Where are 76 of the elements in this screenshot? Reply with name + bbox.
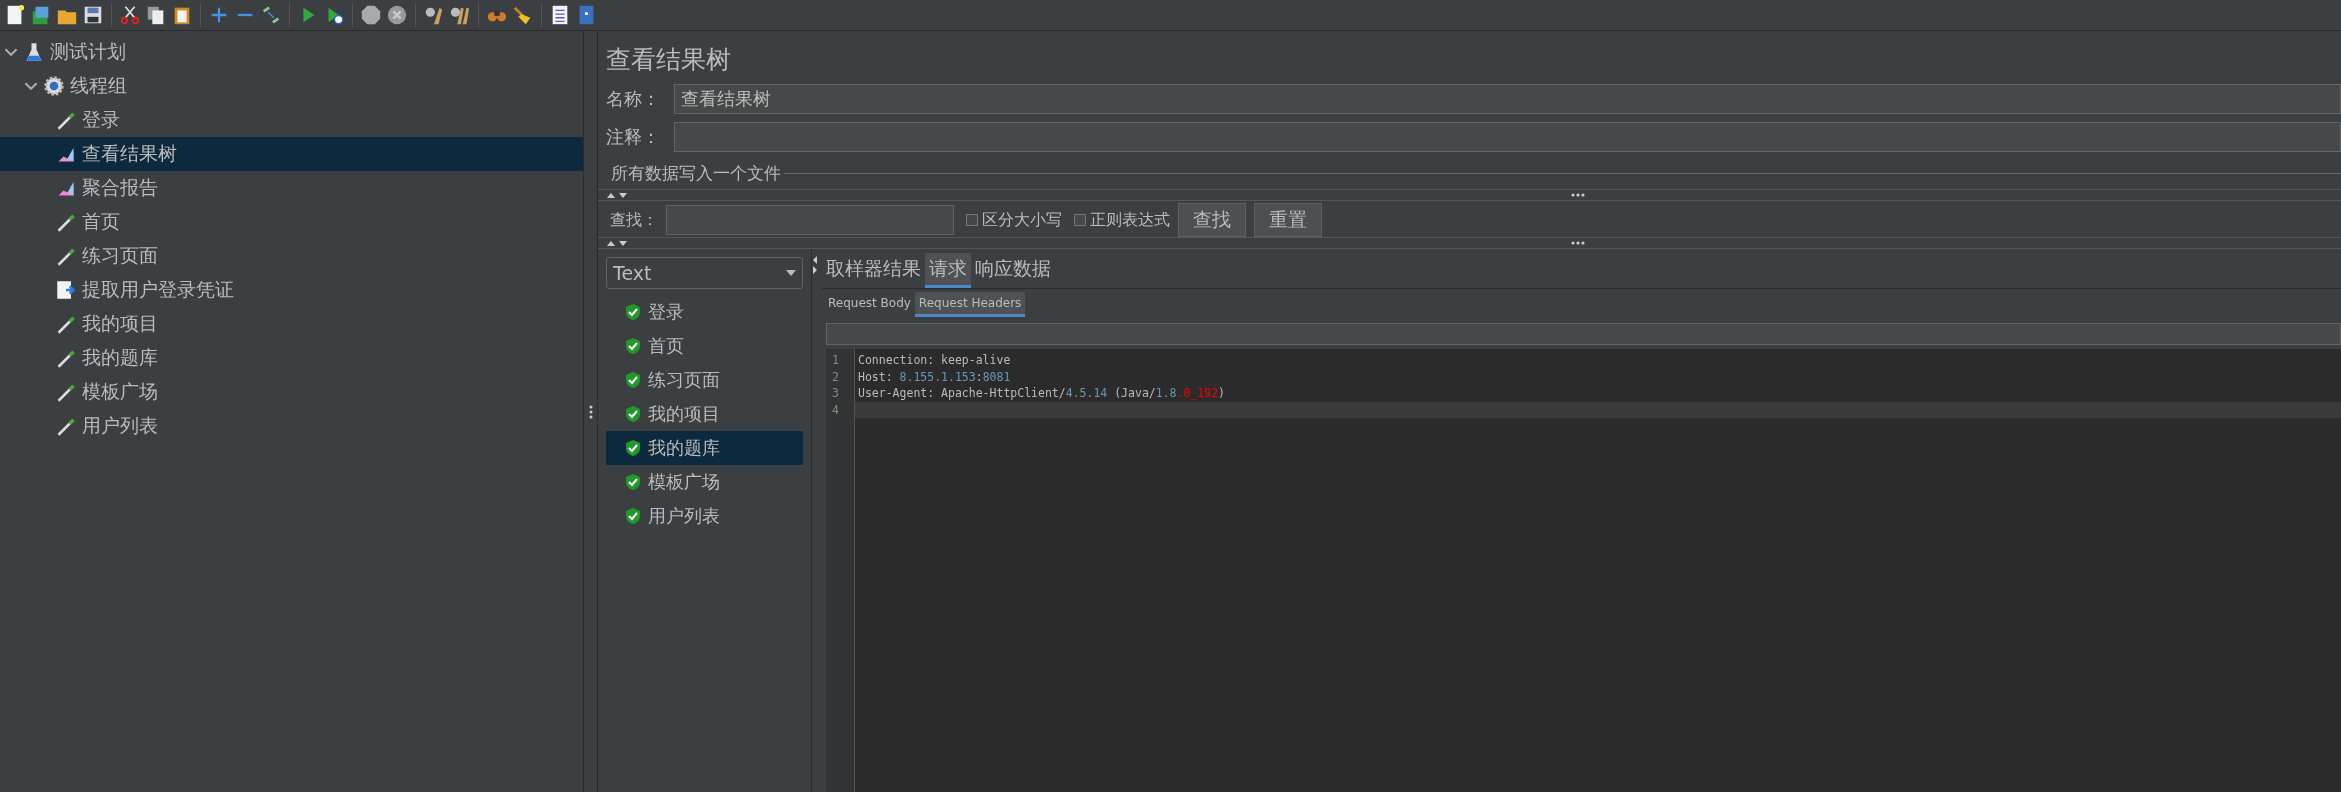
renderer-dropdown[interactable]: Text (606, 257, 803, 289)
tree-item[interactable]: 登录 (0, 103, 583, 137)
search-button[interactable]: 查找 (1178, 203, 1246, 237)
tree-item[interactable]: 查看结果树 (0, 137, 583, 171)
code-line: Connection: keep-alive (857, 352, 1012, 369)
tab[interactable]: 响应数据 (971, 253, 1055, 288)
tree-item[interactable]: 练习页面 (0, 239, 583, 273)
tree-item[interactable]: 聚合报告 (0, 171, 583, 205)
search-field[interactable] (666, 205, 954, 235)
tab[interactable]: Request Headers (914, 292, 1026, 317)
scissors-icon[interactable] (119, 4, 141, 26)
shutdown-icon[interactable] (386, 4, 408, 26)
code-line: Host: 8.155.1.153:8081 (857, 368, 1012, 385)
tab[interactable]: 取样器结果 (822, 253, 925, 288)
checkbox[interactable] (1074, 214, 1086, 226)
result-item[interactable]: 用户列表 (606, 499, 803, 533)
tab[interactable]: Request Body (824, 292, 915, 317)
document-arrow-icon (56, 280, 76, 300)
gear-icon (44, 76, 64, 96)
field-label: 名称： (606, 87, 661, 111)
line-number: 4 (831, 401, 840, 418)
name-field[interactable]: 查看结果树 (674, 84, 2341, 114)
tree-item[interactable]: 我的题库 (0, 341, 583, 375)
shield-check-icon (626, 406, 640, 422)
result-item[interactable]: 登录 (606, 295, 803, 329)
result-item[interactable]: 模板广场 (606, 465, 803, 499)
line-number: 1 (831, 352, 840, 369)
result-item[interactable]: 练习页面 (606, 363, 803, 397)
grip-dots-icon[interactable] (1571, 193, 1585, 197)
pipette-icon (56, 314, 76, 334)
grip-dots-icon[interactable] (588, 404, 593, 419)
toggle-icon[interactable] (260, 4, 282, 26)
line-number: 3 (831, 385, 840, 402)
checkbox[interactable] (966, 214, 978, 226)
pipette-icon (56, 110, 76, 130)
shield-check-icon (626, 474, 640, 490)
code-line: User-Agent: Apache-HttpClient/4.5.14 (Java/1.8.0_192) (857, 385, 1226, 402)
checkbox-label: 正则表达式 (1090, 209, 1170, 231)
shield-check-icon (626, 508, 640, 524)
shield-check-icon (626, 304, 640, 320)
flask-icon (24, 42, 44, 62)
save-icon[interactable] (82, 4, 104, 26)
pipette-icon (56, 246, 76, 266)
section-legend: 所有数据写入一个文件 (608, 162, 784, 185)
result-item[interactable]: 首页 (606, 329, 803, 363)
result-item[interactable]: 我的项目 (606, 397, 803, 431)
collapse-arrows-icon[interactable] (812, 255, 818, 275)
checkbox-label: 区分大小写 (982, 209, 1062, 231)
pipette-icon (56, 348, 76, 368)
tree-item[interactable]: 用户列表 (0, 409, 583, 443)
collapse-arrows-icon[interactable] (606, 191, 628, 199)
field-label: 注释： (606, 125, 661, 149)
tree-item[interactable]: 测试计划 (0, 35, 583, 69)
filter-field[interactable] (826, 323, 2341, 345)
pipette-icon (56, 212, 76, 232)
line-number: 2 (831, 368, 840, 385)
grip-dots-icon[interactable] (1571, 241, 1585, 245)
tree-item[interactable]: 模板广场 (0, 375, 583, 409)
pipette-icon (56, 416, 76, 436)
tree-item[interactable]: 首页 (0, 205, 583, 239)
tree-item[interactable]: 我的项目 (0, 307, 583, 341)
search-label: 查找： (610, 209, 658, 231)
tree-item[interactable]: 提取用户登录凭证 (0, 273, 583, 307)
shield-check-icon (626, 338, 640, 354)
tab[interactable]: 请求 (925, 253, 971, 288)
result-item[interactable]: 我的题库 (606, 431, 803, 465)
search-button[interactable]: 重置 (1254, 203, 1322, 237)
collapse-arrows-icon[interactable] (606, 239, 628, 247)
pipette-icon (56, 382, 76, 402)
shield-check-icon (626, 372, 640, 388)
shield-check-icon (626, 440, 640, 456)
panel-title: 查看结果树 (605, 44, 732, 76)
comment-field[interactable] (674, 122, 2341, 152)
tree-item[interactable]: 线程组 (0, 69, 583, 103)
caret-icon (786, 270, 796, 276)
stop-icon[interactable] (360, 4, 382, 26)
